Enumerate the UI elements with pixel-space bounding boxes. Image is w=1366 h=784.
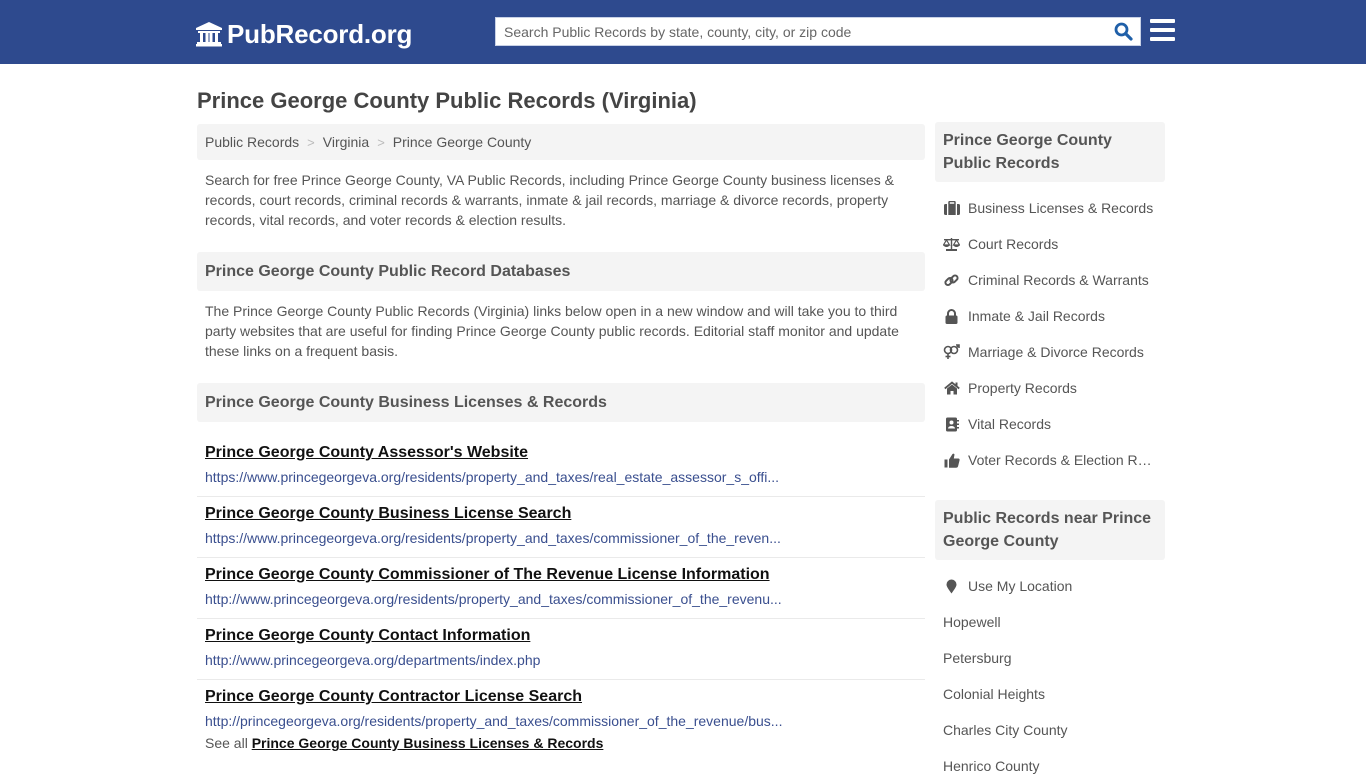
sidebar-item-inmate-records[interactable]: Inmate & Jail Records bbox=[935, 298, 1165, 334]
see-all-link[interactable]: Prince George County Business Licenses &… bbox=[252, 735, 604, 751]
menu-bar bbox=[1150, 37, 1175, 41]
nearby-item-colonial-heights[interactable]: Colonial Heights bbox=[935, 676, 1165, 712]
list-item: Prince George County Business License Se… bbox=[197, 497, 925, 558]
scales-icon bbox=[943, 236, 960, 252]
search-input[interactable] bbox=[496, 18, 1106, 45]
sidebar-item-label: Inmate & Jail Records bbox=[968, 308, 1105, 324]
sidebar-item-label: Court Records bbox=[968, 236, 1059, 252]
nearby-item-hopewell[interactable]: Hopewell bbox=[935, 604, 1165, 640]
record-link-url[interactable]: http://www.princegeorgeva.org/residents/… bbox=[205, 589, 785, 609]
business-links-list: Prince George County Assessor's Website … bbox=[197, 436, 925, 740]
list-item: Prince George County Commissioner of The… bbox=[197, 558, 925, 619]
see-all-prefix: See all bbox=[205, 735, 248, 751]
databases-heading: Prince George County Public Record Datab… bbox=[197, 252, 925, 291]
record-link-url[interactable]: http://princegeorgeva.org/residents/prop… bbox=[205, 711, 785, 731]
breadcrumb-separator: > bbox=[377, 134, 385, 150]
breadcrumb-public-records[interactable]: Public Records bbox=[205, 134, 299, 150]
record-link-title[interactable]: Prince George County Assessor's Website bbox=[205, 442, 917, 464]
sidebar-records-heading: Prince George County Public Records bbox=[935, 122, 1165, 182]
intro-text: Search for free Prince George County, VA… bbox=[205, 172, 894, 228]
menu-bar bbox=[1150, 28, 1175, 32]
breadcrumb-separator: > bbox=[307, 134, 315, 150]
page-title: Prince George County Public Records (Vir… bbox=[197, 88, 697, 113]
sidebar-item-label: Business Licenses & Records bbox=[968, 200, 1154, 216]
sidebar-nearby-block: Public Records near Prince George County… bbox=[935, 500, 1165, 784]
sidebar-item-vital-records[interactable]: Vital Records bbox=[935, 406, 1165, 442]
see-all-row: See all Prince George County Business Li… bbox=[197, 735, 925, 751]
use-my-location-button[interactable]: Use My Location bbox=[935, 568, 1165, 604]
list-item: Prince George County Assessor's Website … bbox=[197, 436, 925, 497]
home-icon bbox=[943, 380, 960, 396]
business-section-heading: Prince George County Business Licenses &… bbox=[197, 383, 925, 422]
sidebar-item-label: Voter Records & Election Results bbox=[968, 452, 1154, 468]
menu-bar bbox=[1150, 19, 1175, 23]
thumbs-up-icon bbox=[943, 452, 960, 468]
sidebar-item-label: Marriage & Divorce Records bbox=[968, 344, 1144, 360]
courthouse-icon bbox=[196, 22, 222, 47]
sidebar-nearby-list: Use My Location Hopewell Petersburg Colo… bbox=[935, 560, 1165, 784]
gender-icon bbox=[943, 344, 960, 360]
address-book-icon bbox=[943, 416, 960, 432]
breadcrumb-prince-george-county[interactable]: Prince George County bbox=[393, 134, 532, 150]
nearby-item-petersburg[interactable]: Petersburg bbox=[935, 640, 1165, 676]
site-logo[interactable]: PubRecord.org bbox=[195, 17, 412, 51]
sidebar-item-label: Vital Records bbox=[968, 416, 1052, 432]
record-link-title[interactable]: Prince George County Commissioner of The… bbox=[205, 564, 917, 586]
search-bar bbox=[495, 17, 1141, 46]
sidebar-item-label: Property Records bbox=[968, 380, 1077, 396]
logo-text: PubRecord.org bbox=[227, 19, 413, 49]
sidebar-item-property-records[interactable]: Property Records bbox=[935, 370, 1165, 406]
sidebar-item-label: Criminal Records & Warrants bbox=[968, 272, 1149, 288]
record-link-title[interactable]: Prince George County Business License Se… bbox=[205, 503, 917, 525]
breadcrumb-virginia[interactable]: Virginia bbox=[323, 134, 369, 150]
sidebar-item-court-records[interactable]: Court Records bbox=[935, 226, 1165, 262]
sidebar: Prince George County Public Records Busi… bbox=[935, 122, 1165, 784]
record-link-url[interactable]: https://www.princegeorgeva.org/residents… bbox=[205, 528, 785, 548]
list-item: Prince George County Contact Information… bbox=[197, 619, 925, 680]
record-link-url[interactable]: http://www.princegeorgeva.org/department… bbox=[205, 650, 785, 670]
lock-icon bbox=[943, 308, 960, 324]
breadcrumb: Public Records > Virginia > Prince Georg… bbox=[197, 124, 925, 160]
link-icon bbox=[943, 272, 960, 288]
sidebar-item-criminal-records[interactable]: Criminal Records & Warrants bbox=[935, 262, 1165, 298]
list-item: Prince George County Contractor License … bbox=[197, 680, 925, 740]
sidebar-nearby-heading: Public Records near Prince George County bbox=[935, 500, 1165, 560]
sidebar-item-business-licenses[interactable]: Business Licenses & Records bbox=[935, 190, 1165, 226]
record-link-title[interactable]: Prince George County Contact Information bbox=[205, 625, 917, 647]
databases-description: The Prince George County Public Records … bbox=[205, 303, 899, 359]
hamburger-menu-button[interactable] bbox=[1150, 19, 1175, 43]
use-my-location-label: Use My Location bbox=[968, 578, 1073, 594]
sidebar-item-marriage-records[interactable]: Marriage & Divorce Records bbox=[935, 334, 1165, 370]
main-content: Public Records > Virginia > Prince Georg… bbox=[197, 124, 925, 751]
search-icon bbox=[1114, 22, 1133, 41]
nearby-item-henrico-county[interactable]: Henrico County bbox=[935, 748, 1165, 784]
sidebar-item-voter-records[interactable]: Voter Records & Election Results bbox=[935, 442, 1165, 478]
sidebar-records-list: Business Licenses & Records Court Record… bbox=[935, 182, 1165, 478]
top-navbar: PubRecord.org bbox=[0, 0, 1366, 64]
map-pin-icon bbox=[943, 578, 960, 594]
briefcase-icon bbox=[943, 200, 960, 216]
search-button[interactable] bbox=[1106, 18, 1140, 45]
record-link-title[interactable]: Prince George County Contractor License … bbox=[205, 686, 917, 708]
record-link-url[interactable]: https://www.princegeorgeva.org/residents… bbox=[205, 467, 785, 487]
nearby-item-charles-city-county[interactable]: Charles City County bbox=[935, 712, 1165, 748]
